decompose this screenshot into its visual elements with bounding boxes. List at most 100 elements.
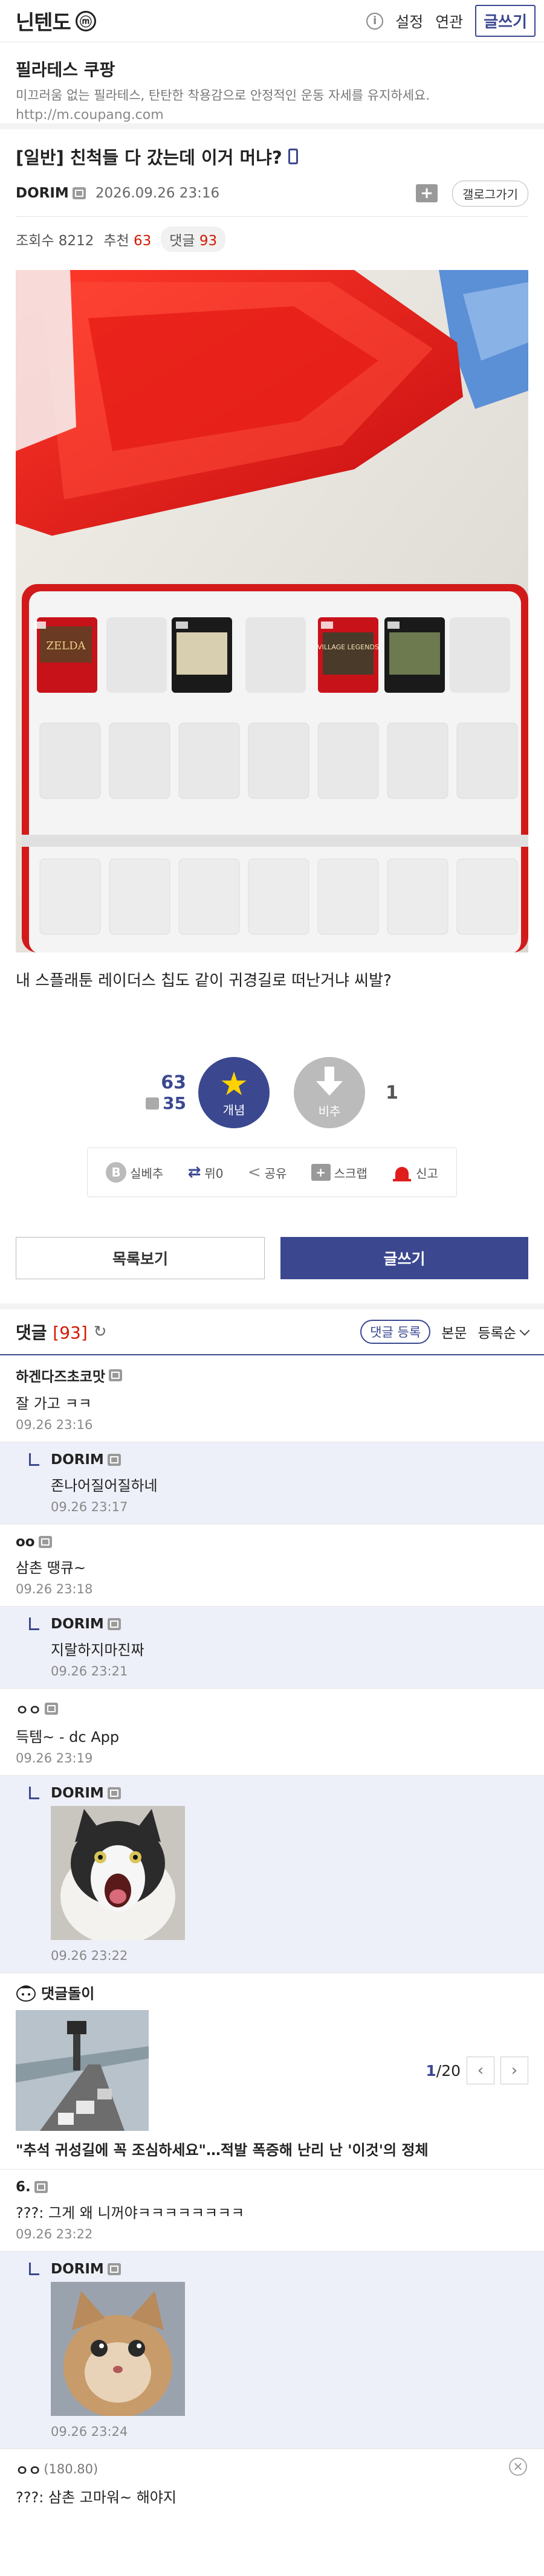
recommend-count: 63	[161, 1072, 187, 1093]
close-icon[interactable]: ✕	[509, 2458, 527, 2476]
info-icon[interactable]: i	[366, 12, 384, 30]
post-title-text: [일반] 친척들 다 갔는데 이거 머냐?	[16, 147, 282, 168]
comment-text: 득템~ - dc App	[16, 1729, 120, 1746]
fixed-nick-icon	[45, 1703, 59, 1715]
comment-text: 존나어질어질하네	[51, 1477, 158, 1494]
minor-gallery-badge: ⓜ	[75, 10, 96, 31]
comment-text: 지랄하지마진짜	[51, 1642, 144, 1659]
comment-date: 09.26 23:22	[51, 1948, 128, 1963]
gallog-button[interactable]: 갤로그가기	[452, 180, 528, 207]
comment-nick[interactable]: 하겐다즈초코맛	[16, 1365, 528, 1386]
recommend-counts: 63 35	[146, 1072, 186, 1113]
face-icon	[16, 1985, 36, 2002]
related-link[interactable]: 연관	[435, 10, 463, 32]
gallery-name[interactable]: 닌텐도	[16, 6, 71, 36]
cat-stare-dccon[interactable]	[51, 2282, 185, 2418]
comment-date: 09.26 23:17	[51, 1500, 128, 1514]
ad-description: 미끄러움 없는 필라테스, 탄탄한 착용감으로 안정적인 운동 자세를 유지하세…	[16, 88, 430, 103]
sort-dropdown[interactable]: 등록순	[478, 1322, 530, 1342]
fixed-recommend-count: 35	[146, 1093, 186, 1113]
news-headline[interactable]: "추석 귀성길에 꼭 조심하세요"…적발 폭증해 난리 난 '이것'의 정체	[16, 2138, 528, 2159]
comment-nick[interactable]: ㅇㅇ	[16, 1698, 528, 1719]
card-slots-row3	[39, 858, 518, 935]
comment-date: 09.26 23:22	[16, 2227, 93, 2241]
post-image[interactable]: ZELDA VILLAGE LEGENDS	[16, 270, 528, 952]
fixed-nick-icon	[107, 2263, 121, 2275]
post-date: 2026.09.26 23:16	[95, 185, 220, 201]
share-button[interactable]: < 공유	[248, 1163, 287, 1181]
refresh-icon[interactable]: ↻	[94, 1323, 107, 1341]
comment-date: 09.26 23:24	[51, 2424, 128, 2439]
comment-item: oo 삼촌 땡큐~ 09.26 23:18	[0, 1524, 544, 1607]
recommend-button[interactable]: ★ 개념	[198, 1057, 270, 1128]
comments-title: 댓글 [93]	[16, 1323, 88, 1343]
top-right-menu: i 설정 연관 글쓰기	[366, 5, 536, 37]
comment-nick[interactable]: DORIM	[51, 1785, 528, 1801]
scrap-button[interactable]: + 스크랩	[311, 1164, 368, 1181]
comment-bot-news: 댓글돌이 1/20 ‹ › "추석 귀성길에 꼭 조심하세요"…적발 폭증해 난…	[0, 1973, 544, 2170]
comment-date: 09.26 23:16	[16, 1418, 93, 1432]
game-card-case-photo: ZELDA VILLAGE LEGENDS	[16, 270, 528, 952]
comment-item: ㅇㅇ (180.80) ???: 삼촌 고마워~ 해야지 ✕	[0, 2449, 544, 2516]
comment-nick[interactable]: 6.	[16, 2179, 528, 2195]
reply-item: DORIM 09.26 23:24	[0, 2252, 544, 2449]
comment-text: 잘 가고 ㅋㅋ	[16, 1395, 92, 1412]
views-stat: 조회수 8212	[16, 233, 94, 249]
ad-banner[interactable]: 필라테스 쿠팡 미끄러움 없는 필라테스, 탄탄한 착용감으로 안정적인 운동 …	[0, 42, 544, 129]
report-button[interactable]: 신고	[392, 1163, 438, 1181]
comment-stat[interactable]: 댓글 93	[161, 226, 226, 252]
comment-item: 6. ???: 그게 왜 니꺼야ㅋㅋㅋㅋㅋㅋㅋㅋ 09.26 23:22	[0, 2170, 544, 2252]
comment-register-button[interactable]: 댓글 등록	[360, 1320, 431, 1344]
not-recommend-button[interactable]: 비추	[294, 1057, 366, 1128]
reply-item: DORIM 09.26 23:22	[0, 1776, 544, 1973]
comment-nick[interactable]: ㅇㅇ (180.80)	[16, 2459, 528, 2479]
mobile-icon	[288, 149, 298, 164]
rec-stat: 추천 63	[103, 233, 152, 249]
fixed-nick-icon	[107, 1787, 121, 1799]
post-body-text: 내 스플래툰 레이더스 칩도 같이 귀경길로 떠난거냐 씨발?	[16, 972, 392, 990]
ad-title[interactable]: 필라테스 쿠팡	[16, 57, 528, 81]
news-pager: 1/20 ‹ ›	[426, 2057, 528, 2084]
list-button[interactable]: 목록보기	[16, 1237, 265, 1279]
top-bar: 닌텐도 ⓜ i 설정 연관 글쓰기	[0, 0, 544, 42]
settings-link[interactable]: 설정	[395, 10, 423, 32]
fixed-nick-icon	[34, 2181, 48, 2193]
retweet-icon: ⇄	[187, 1163, 201, 1181]
prev-page-button[interactable]: ‹	[467, 2057, 494, 2084]
fixed-nick-icon	[72, 187, 86, 199]
comment-nick[interactable]: oo	[16, 1534, 528, 1550]
comment-item: ㅇㅇ 득템~ - dc App 09.26 23:19	[0, 1689, 544, 1776]
not-recommend-count: 1	[386, 1082, 398, 1103]
post-title: [일반] 친척들 다 갔는데 이거 머냐?	[16, 144, 528, 169]
star-icon: ★	[219, 1064, 249, 1103]
comment-date: 09.26 23:21	[51, 1664, 128, 1678]
comment-item: 하겐다즈초코맛 잘 가고 ㅋㅋ 09.26 23:16	[0, 1355, 544, 1442]
reply-item: DORIM 지랄하지마진짜 09.26 23:21	[0, 1607, 544, 1689]
comment-bot-body: 1/20 ‹ ›	[16, 2010, 528, 2131]
write-button[interactable]: 글쓰기	[280, 1237, 528, 1279]
comment-nick[interactable]: DORIM	[51, 2261, 528, 2277]
body-link[interactable]: 본문	[441, 1322, 467, 1342]
comment-text: 삼촌 땡큐~	[16, 1559, 86, 1576]
post-header: [일반] 친척들 다 갔는데 이거 머냐? DORIM 2026.09.26 2…	[0, 129, 544, 262]
ad-url[interactable]: http://m.coupang.com	[16, 108, 528, 123]
folder-plus-icon[interactable]: +	[416, 184, 438, 202]
recommend-area: 63 35 ★ 개념 비추 1	[0, 1057, 544, 1128]
share-icon: <	[247, 1163, 261, 1181]
fixed-nick-icon	[109, 1369, 123, 1381]
write-button-top[interactable]: 글쓰기	[475, 5, 536, 37]
comment-nick[interactable]: DORIM	[51, 1452, 528, 1468]
retweet-button[interactable]: ⇄ 뮈0	[188, 1163, 224, 1181]
fixed-nick-icon	[107, 1618, 121, 1630]
silbest-button[interactable]: B 실베추	[106, 1162, 163, 1183]
fixed-nick-icon	[107, 1454, 121, 1466]
post-stats: 조회수 8212 추천 63 댓글 93	[16, 217, 528, 262]
comment-date: 09.26 23:18	[16, 1582, 93, 1596]
post-meta-actions: + 갤로그가기	[416, 180, 528, 207]
comment-nick[interactable]: DORIM	[51, 1616, 528, 1632]
news-thumbnail[interactable]	[16, 2010, 149, 2131]
next-page-button[interactable]: ›	[500, 2057, 528, 2084]
screaming-cat-dccon[interactable]	[51, 1806, 185, 1945]
reply-item: DORIM 존나어질어질하네 09.26 23:17	[0, 1442, 544, 1524]
post-author[interactable]: DORIM	[16, 185, 69, 201]
